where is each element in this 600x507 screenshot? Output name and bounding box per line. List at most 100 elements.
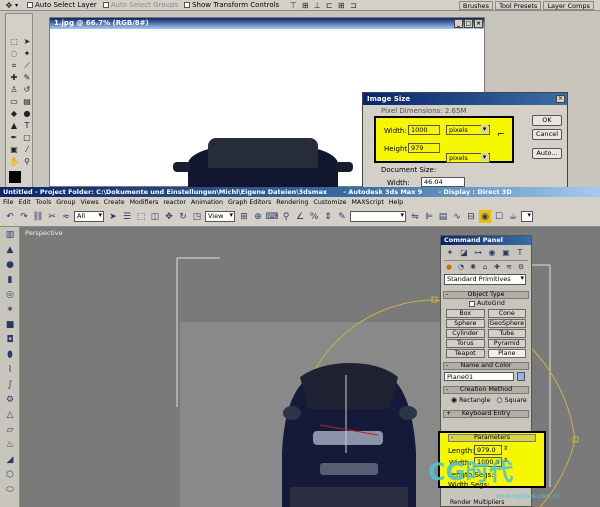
palette-tab-tool-presets[interactable]: Tool Presets <box>495 0 542 10</box>
menu-help[interactable]: Help <box>389 199 403 206</box>
hose-icon[interactable]: ∫ <box>4 379 16 391</box>
tube-button[interactable]: Tube <box>487 329 526 338</box>
layer-manager-icon[interactable]: ▤ <box>437 210 449 223</box>
maximize-icon[interactable]: □ <box>464 19 473 28</box>
type-tool-icon[interactable]: T <box>21 120 33 131</box>
named-selection-dropdown[interactable] <box>350 211 406 222</box>
auto-select-groups-checkbox[interactable] <box>102 2 109 8</box>
primitive-category-dropdown[interactable]: Standard Primitives <box>444 274 526 285</box>
path-select-icon[interactable]: ▲ <box>8 120 20 131</box>
bind-space-warp-icon[interactable]: ≈ <box>60 210 72 223</box>
name-and-color-rollout[interactable]: - Name and Color <box>443 362 529 370</box>
move-tool-icon[interactable]: ✥ <box>3 0 15 11</box>
modify-tab-icon[interactable]: ◪ <box>458 247 470 258</box>
show-transform-option[interactable]: Show Transform Controls <box>184 1 279 9</box>
unlink-icon[interactable]: ✂ <box>46 210 58 223</box>
select-rotate-icon[interactable]: ↻ <box>177 210 189 223</box>
shape-tool-icon[interactable]: ▢ <box>21 132 33 143</box>
capsule-icon[interactable]: ⬮ <box>4 349 16 361</box>
torus-button[interactable]: Torus <box>446 339 485 348</box>
spinner-snap-icon[interactable]: ⇕ <box>322 210 334 223</box>
menu-group[interactable]: Group <box>56 199 75 206</box>
render-type-dropdown[interactable] <box>521 211 533 222</box>
geometry-icon[interactable]: ● <box>444 262 454 272</box>
minimize-icon[interactable]: _ <box>454 19 463 28</box>
snaps-toggle-icon[interactable]: ⚲ <box>280 210 292 223</box>
palette-tab-layer-comps[interactable]: Layer Comps <box>543 0 594 10</box>
auto-select-layer-checkbox[interactable] <box>27 2 33 8</box>
menu-graph-editors[interactable]: Graph Editors <box>228 199 271 206</box>
teapot-icon[interactable]: ♨ <box>4 439 16 451</box>
magic-wand-icon[interactable]: ✦ <box>21 48 33 59</box>
align-bottom-icon[interactable]: ⊥ <box>311 0 323 11</box>
menu-animation[interactable]: Animation <box>191 199 223 206</box>
pivot-center-icon[interactable]: ⊞ <box>238 210 250 223</box>
menu-file[interactable]: File <box>3 199 14 206</box>
redo-icon[interactable]: ↷ <box>18 210 30 223</box>
close-icon[interactable]: × <box>474 19 483 28</box>
ok-button[interactable]: OK <box>532 115 562 126</box>
crop-tool-icon[interactable]: ⌗ <box>8 60 20 71</box>
window-crossing-icon[interactable]: ◫ <box>149 210 161 223</box>
slice-tool-icon[interactable]: ⟋ <box>21 60 33 71</box>
oiltank-icon[interactable]: ⬭ <box>4 484 16 496</box>
stamp-tool-icon[interactable]: ♙ <box>8 84 20 95</box>
keyboard-shortcut-icon[interactable]: ⌨ <box>266 210 279 223</box>
autogrid-checkbox[interactable] <box>469 300 475 307</box>
display-tab-icon[interactable]: ▣ <box>500 247 512 258</box>
sphere-icon[interactable]: ● <box>4 259 16 271</box>
select-by-name-icon[interactable]: ☰ <box>121 210 133 223</box>
prism-icon[interactable]: ⬡ <box>4 469 16 481</box>
healing-brush-icon[interactable]: ✚ <box>8 72 20 83</box>
plane-button[interactable]: Plane <box>487 349 526 358</box>
helpers-icon[interactable]: ✚ <box>492 262 502 272</box>
schematic-view-icon[interactable]: ⊟ <box>465 210 477 223</box>
menu-reactor[interactable]: reactor <box>163 199 186 206</box>
height-field[interactable]: 979 <box>408 143 440 153</box>
gear-icon[interactable]: ⚙ <box>4 394 16 406</box>
menu-modifiers[interactable]: Modifiers <box>130 199 159 206</box>
lights-icon[interactable]: ✺ <box>468 262 478 272</box>
create-tab-icon[interactable]: ✦ <box>444 247 456 258</box>
geosphere-button[interactable]: GeoSphere <box>487 319 526 328</box>
rectangle-radio[interactable]: ◉ <box>451 396 457 404</box>
close-icon[interactable]: × <box>556 95 565 103</box>
pyramid-button[interactable]: Pyramid <box>487 339 526 348</box>
height-unit-select[interactable]: pixels <box>446 153 490 163</box>
align-icon[interactable]: ⊫ <box>423 210 435 223</box>
cylinder-button[interactable]: Cylinder <box>446 329 485 338</box>
menu-views[interactable]: Views <box>80 199 98 206</box>
cone-button[interactable]: Cone <box>487 309 526 318</box>
auto-select-layer-option[interactable]: Auto Select Layer <box>27 1 97 9</box>
cone-icon[interactable]: ▲ <box>4 244 16 256</box>
select-move-icon[interactable]: ✥ <box>163 210 175 223</box>
hand-tool-icon[interactable]: ✋ <box>8 156 20 167</box>
object-type-rollout[interactable]: - Object Type <box>443 291 529 299</box>
select-scale-icon[interactable]: ◳ <box>191 210 203 223</box>
menu-rendering[interactable]: Rendering <box>276 199 308 206</box>
curve-editor-icon[interactable]: ∿ <box>451 210 463 223</box>
menu-create[interactable]: Create <box>104 199 125 206</box>
eraser-tool-icon[interactable]: ▭ <box>8 96 20 107</box>
pen-tool-icon[interactable]: ✒ <box>8 132 20 143</box>
viewport-label[interactable]: Perspective <box>25 229 63 237</box>
width-field[interactable]: 1000 <box>408 125 440 135</box>
box-icon[interactable]: ■ <box>4 319 16 331</box>
zoom-tool-icon[interactable]: ⚲ <box>21 156 33 167</box>
length-spinner-icon[interactable]: ⇕ <box>503 445 508 452</box>
show-transform-checkbox[interactable] <box>184 2 191 8</box>
select-manipulate-icon[interactable]: ⊕ <box>252 210 264 223</box>
gradient-tool-icon[interactable]: ▤ <box>21 96 33 107</box>
hierarchy-tab-icon[interactable]: ⊶ <box>472 247 484 258</box>
undo-icon[interactable]: ↶ <box>4 210 16 223</box>
star-icon[interactable]: ✶ <box>4 304 16 316</box>
pyramid-icon[interactable]: △ <box>4 409 16 421</box>
object-color-swatch[interactable] <box>517 372 525 381</box>
menu-maxscript[interactable]: MAXScript <box>351 199 383 206</box>
foreground-color-swatch[interactable] <box>9 171 21 183</box>
wedge-icon[interactable]: ◢ <box>4 454 16 466</box>
dodge-tool-icon[interactable]: ● <box>21 108 33 119</box>
spring-icon[interactable]: ⌇ <box>4 364 16 376</box>
teapot-button[interactable]: Teapot <box>446 349 485 358</box>
align-center-icon[interactable]: ⊞ <box>335 0 347 11</box>
